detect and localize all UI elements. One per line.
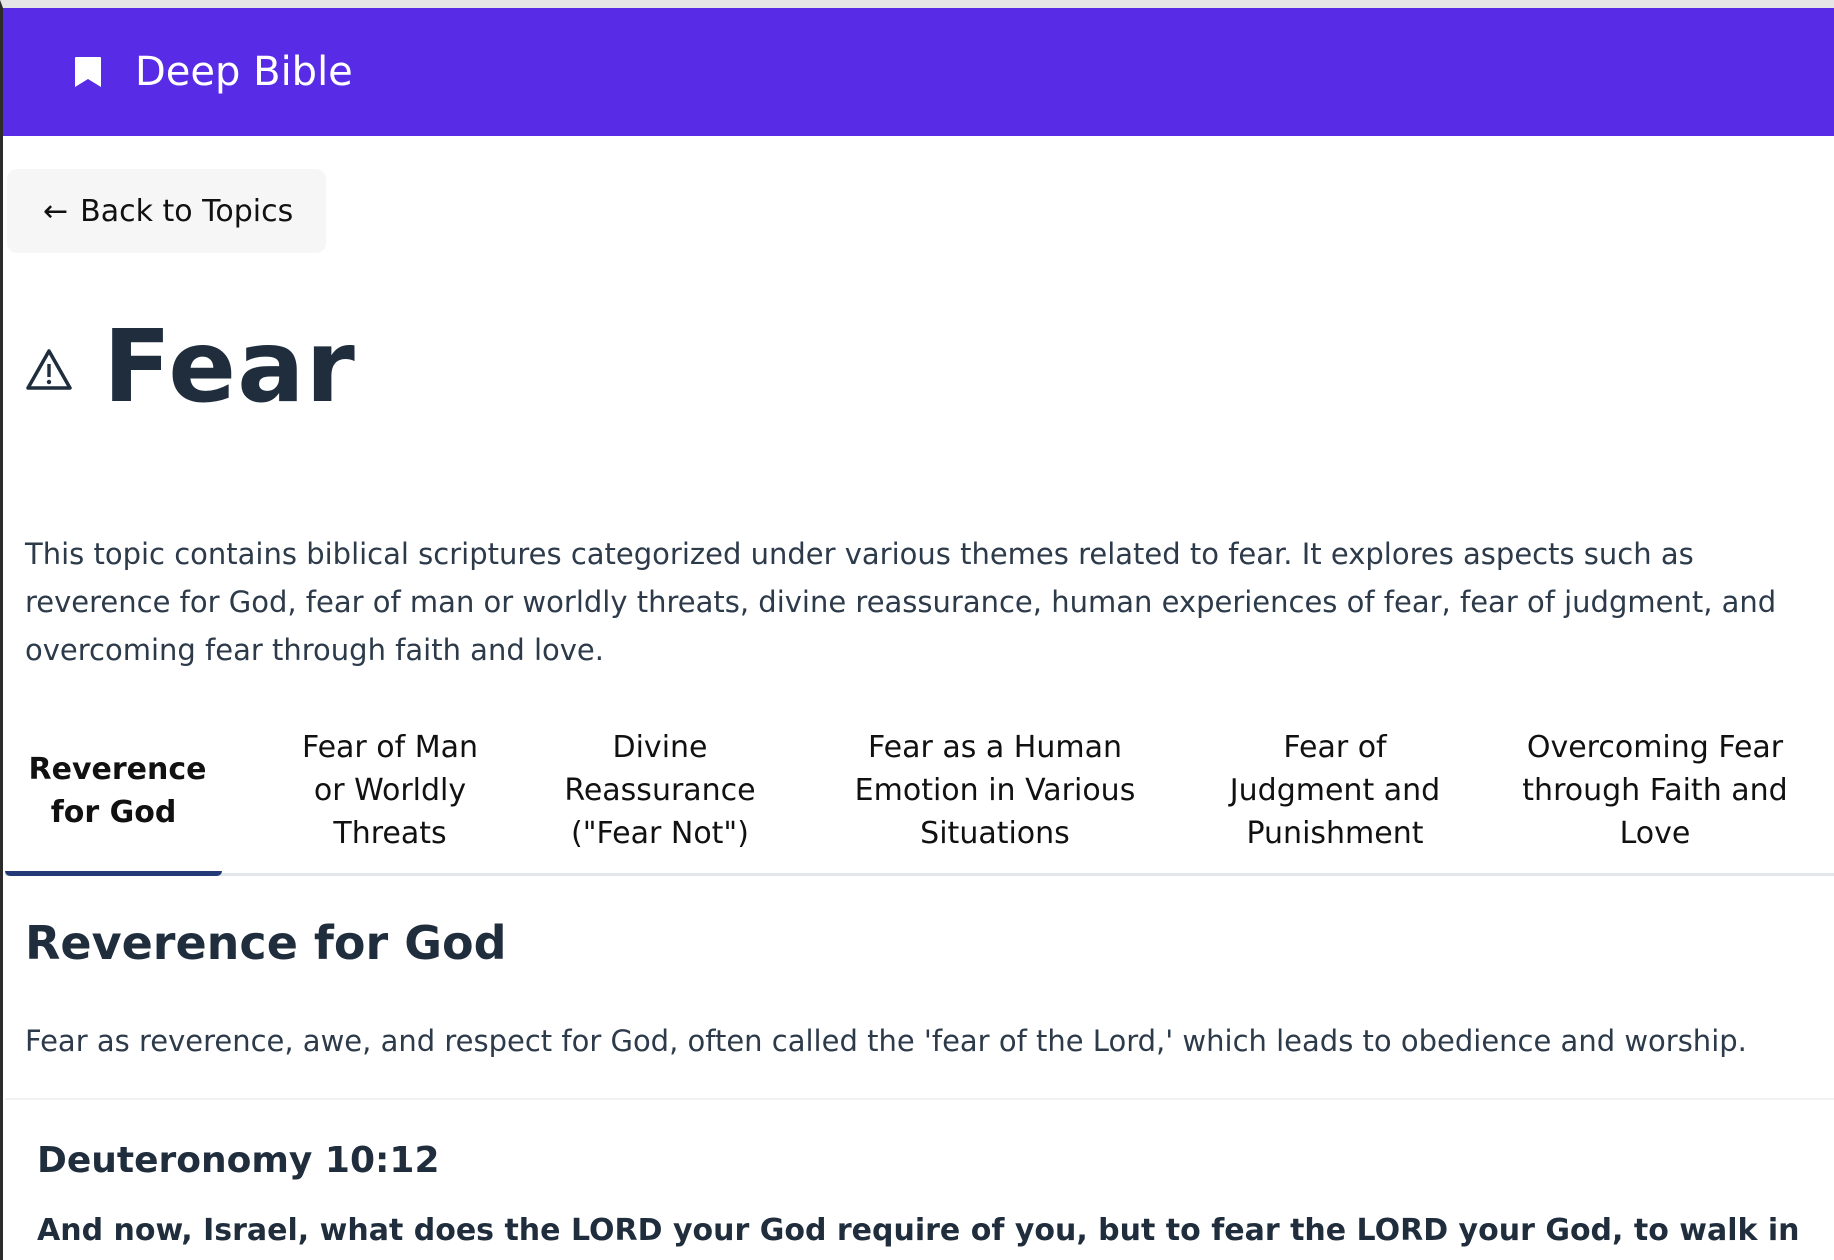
tab-reverence-for-god[interactable]: Reverence for God bbox=[5, 708, 222, 876]
tab-label: Reverence for God bbox=[28, 751, 207, 830]
warning-icon bbox=[25, 346, 73, 394]
tab-fear-of-man[interactable]: Fear of Man or Worldly Threats bbox=[245, 708, 535, 873]
topic-description: This topic contains biblical scriptures … bbox=[25, 537, 1777, 667]
tab-label: Overcoming Fear through Faith and Love bbox=[1522, 730, 1788, 851]
tab-divine-reassurance[interactable]: Divine Reassurance ("Fear Not") bbox=[525, 708, 795, 873]
verse-text: And now, Israel, what does the LORD your… bbox=[37, 1213, 1800, 1248]
tab-label: Fear as a Human Emotion in Various Situa… bbox=[854, 730, 1136, 851]
brand-name[interactable]: Deep Bible bbox=[135, 49, 353, 95]
back-button-label: Back to Topics bbox=[80, 193, 294, 229]
topic-header: Fear bbox=[25, 308, 356, 425]
tab-label: Divine Reassurance ("Fear Not") bbox=[564, 730, 756, 851]
theme-tabs: Reverence for God Fear of Man or Worldly… bbox=[5, 708, 1834, 876]
arrow-left-icon: ← bbox=[43, 193, 69, 229]
app-window: Deep Bible ← Back to Topics Fear This to… bbox=[0, 0, 1834, 1260]
verse-reference[interactable]: Deuteronomy 10:12 bbox=[37, 1140, 440, 1181]
tab-human-emotion[interactable]: Fear as a Human Emotion in Various Situa… bbox=[825, 708, 1165, 873]
top-navbar: Deep Bible bbox=[3, 8, 1834, 136]
section-title: Reverence for God bbox=[25, 916, 507, 970]
divider bbox=[5, 1098, 1834, 1100]
tab-label: Fear of Man or Worldly Threats bbox=[301, 730, 479, 851]
tab-overcoming-fear[interactable]: Overcoming Fear through Faith and Love bbox=[1495, 708, 1815, 873]
page-title: Fear bbox=[103, 308, 356, 425]
back-to-topics-button[interactable]: ← Back to Topics bbox=[7, 169, 326, 253]
bookmark-icon[interactable] bbox=[73, 52, 113, 92]
tab-judgment-punishment[interactable]: Fear of Judgment and Punishment bbox=[1185, 708, 1485, 873]
section-description: Fear as reverence, awe, and respect for … bbox=[25, 1024, 1747, 1058]
tab-label: Fear of Judgment and Punishment bbox=[1229, 730, 1441, 851]
